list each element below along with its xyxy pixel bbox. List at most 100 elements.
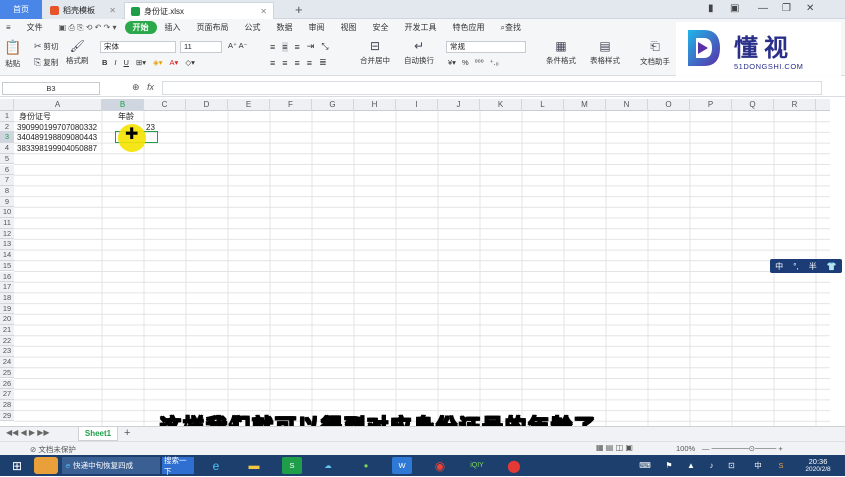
- merge-center-button[interactable]: ⊟ 合并居中: [360, 39, 390, 66]
- column-header-m[interactable]: M: [564, 99, 606, 111]
- folder-icon[interactable]: ▬: [244, 457, 264, 474]
- format-painter-button[interactable]: 🖌 格式刷: [66, 39, 89, 66]
- row-header-2[interactable]: 2: [0, 121, 14, 133]
- row-header-6[interactable]: 6: [0, 164, 14, 176]
- decimal-icon[interactable]: ⁺.₀: [490, 58, 499, 67]
- search-command[interactable]: ⌕查找: [493, 22, 529, 33]
- menu-formula[interactable]: 公式: [237, 22, 269, 33]
- column-header-e[interactable]: E: [228, 99, 270, 111]
- sheet-nav-icons[interactable]: ◀◀ ◀ ▶ ▶▶: [6, 428, 50, 437]
- column-header-r[interactable]: R: [774, 99, 816, 111]
- cell-a3[interactable]: 340489198809080443: [17, 133, 97, 143]
- row-header-7[interactable]: 7: [0, 175, 14, 186]
- row-header-19[interactable]: 19: [0, 303, 14, 315]
- row-header-20[interactable]: 20: [0, 314, 14, 325]
- column-header-k[interactable]: K: [480, 99, 522, 111]
- zoom-slider[interactable]: — ───────⊙──── +: [702, 444, 783, 453]
- window-menu-icon[interactable]: ▮: [708, 3, 714, 14]
- row-header-13[interactable]: 13: [0, 239, 14, 251]
- cell-a1[interactable]: 身份证号: [19, 112, 51, 122]
- thousands-icon[interactable]: ⁰⁰⁰: [475, 58, 484, 67]
- align-h-group[interactable]: ≡ ≡ ≡ ≡ ≣: [270, 57, 327, 68]
- number-format-select[interactable]: 常规: [446, 41, 526, 53]
- italic-button[interactable]: I: [114, 58, 116, 67]
- column-header-l[interactable]: L: [522, 99, 564, 111]
- ime-punct[interactable]: °,: [793, 262, 798, 271]
- row-header-8[interactable]: 8: [0, 185, 14, 197]
- row-header-25[interactable]: 25: [0, 367, 14, 379]
- name-box[interactable]: B3: [2, 82, 100, 95]
- column-header-i[interactable]: I: [396, 99, 438, 111]
- taskbar-ime[interactable]: 中: [752, 457, 764, 474]
- column-header-a[interactable]: A: [14, 99, 102, 111]
- formula-input[interactable]: [162, 81, 822, 95]
- new-tab-button[interactable]: +: [295, 2, 303, 17]
- clock[interactable]: 20:36 2020/2/8: [794, 457, 842, 474]
- align-left-icon[interactable]: ≡: [270, 58, 275, 68]
- row-header-1[interactable]: 1: [0, 111, 14, 122]
- row-header-10[interactable]: 10: [0, 207, 14, 218]
- edge-icon[interactable]: e: [206, 457, 226, 474]
- sheet-tab-sheet1[interactable]: Sheet1: [78, 427, 118, 441]
- clear-icon[interactable]: ◇▾: [185, 58, 195, 67]
- fx-icon[interactable]: fx: [147, 82, 154, 92]
- copy-button[interactable]: ⎘ 复制: [34, 57, 58, 68]
- ime-lang[interactable]: 中: [775, 261, 783, 272]
- hamburger-icon[interactable]: ≡: [0, 23, 19, 32]
- wrap-text-button[interactable]: ↵ 自动换行: [404, 39, 434, 66]
- cell-grid[interactable]: [14, 111, 830, 426]
- cloud-icon[interactable]: ☁: [318, 457, 338, 474]
- wps-tray-icon[interactable]: S: [774, 457, 788, 474]
- column-header-o[interactable]: O: [648, 99, 690, 111]
- align-bottom-icon[interactable]: ≡: [295, 42, 300, 52]
- row-header-16[interactable]: 16: [0, 271, 14, 283]
- align-top-icon[interactable]: ≡: [270, 42, 275, 52]
- column-header-h[interactable]: H: [354, 99, 396, 111]
- record-icon[interactable]: ⬤: [504, 457, 524, 474]
- taskbar-search[interactable]: 搜索一下: [162, 456, 194, 476]
- row-header-14[interactable]: 14: [0, 250, 14, 261]
- justify-icon[interactable]: ≡: [307, 58, 312, 68]
- row-header-26[interactable]: 26: [0, 378, 14, 390]
- column-header-c[interactable]: C: [144, 99, 186, 111]
- row-header-22[interactable]: 22: [0, 335, 14, 347]
- tab-file[interactable]: 身份证.xlsx ✕: [124, 2, 274, 19]
- system-tray-icons[interactable]: ⌨ ⚑ ▲ ♪ ⊡: [632, 457, 742, 474]
- quick-access-icons[interactable]: ▣ ⎙ ⎘ ⟲ ↶ ↷ ▾: [51, 23, 125, 33]
- ime-toolbar[interactable]: 中 °, 半 👕: [770, 259, 842, 273]
- row-header-18[interactable]: 18: [0, 292, 14, 304]
- row-header-17[interactable]: 17: [0, 282, 14, 293]
- cut-button[interactable]: ✂ 剪切: [34, 41, 59, 52]
- orientation-icon[interactable]: ⤡: [321, 41, 328, 52]
- font-select[interactable]: 宋体: [100, 41, 176, 53]
- iqiyi-icon[interactable]: iQIY: [466, 457, 488, 474]
- add-sheet-button[interactable]: +: [124, 427, 130, 439]
- menu-view[interactable]: 视图: [333, 22, 365, 33]
- row-header-28[interactable]: 28: [0, 399, 14, 411]
- percent-icon[interactable]: %: [462, 58, 469, 67]
- column-header-f[interactable]: F: [270, 99, 312, 111]
- app-icon[interactable]: [34, 457, 58, 474]
- row-header-12[interactable]: 12: [0, 228, 14, 240]
- column-header-b[interactable]: B: [102, 99, 144, 111]
- start-button[interactable]: ⊞: [4, 457, 30, 474]
- row-header-24[interactable]: 24: [0, 357, 14, 368]
- currency-icon[interactable]: ¥▾: [448, 58, 456, 67]
- underline-button[interactable]: U: [124, 58, 129, 67]
- row-header-21[interactable]: 21: [0, 325, 14, 336]
- column-header-q[interactable]: Q: [732, 99, 774, 111]
- font-size-grow-icon[interactable]: A⁺ A⁻: [228, 41, 248, 50]
- font-color-icon[interactable]: A▾: [170, 58, 179, 67]
- column-header-j[interactable]: J: [438, 99, 480, 111]
- menu-insert[interactable]: 插入: [157, 22, 189, 33]
- conditional-format-button[interactable]: ▦ 条件格式: [546, 39, 576, 66]
- menu-developer[interactable]: 开发工具: [397, 22, 445, 33]
- row-header-23[interactable]: 23: [0, 346, 14, 358]
- tray-icon[interactable]: ⚑: [665, 461, 672, 470]
- bold-button[interactable]: B: [102, 58, 107, 67]
- close-icon[interactable]: ✕: [109, 6, 116, 15]
- zoom-level[interactable]: 100%: [676, 444, 695, 453]
- column-header-d[interactable]: D: [186, 99, 228, 111]
- cell-b1[interactable]: 年龄: [118, 112, 134, 122]
- column-header-n[interactable]: N: [606, 99, 648, 111]
